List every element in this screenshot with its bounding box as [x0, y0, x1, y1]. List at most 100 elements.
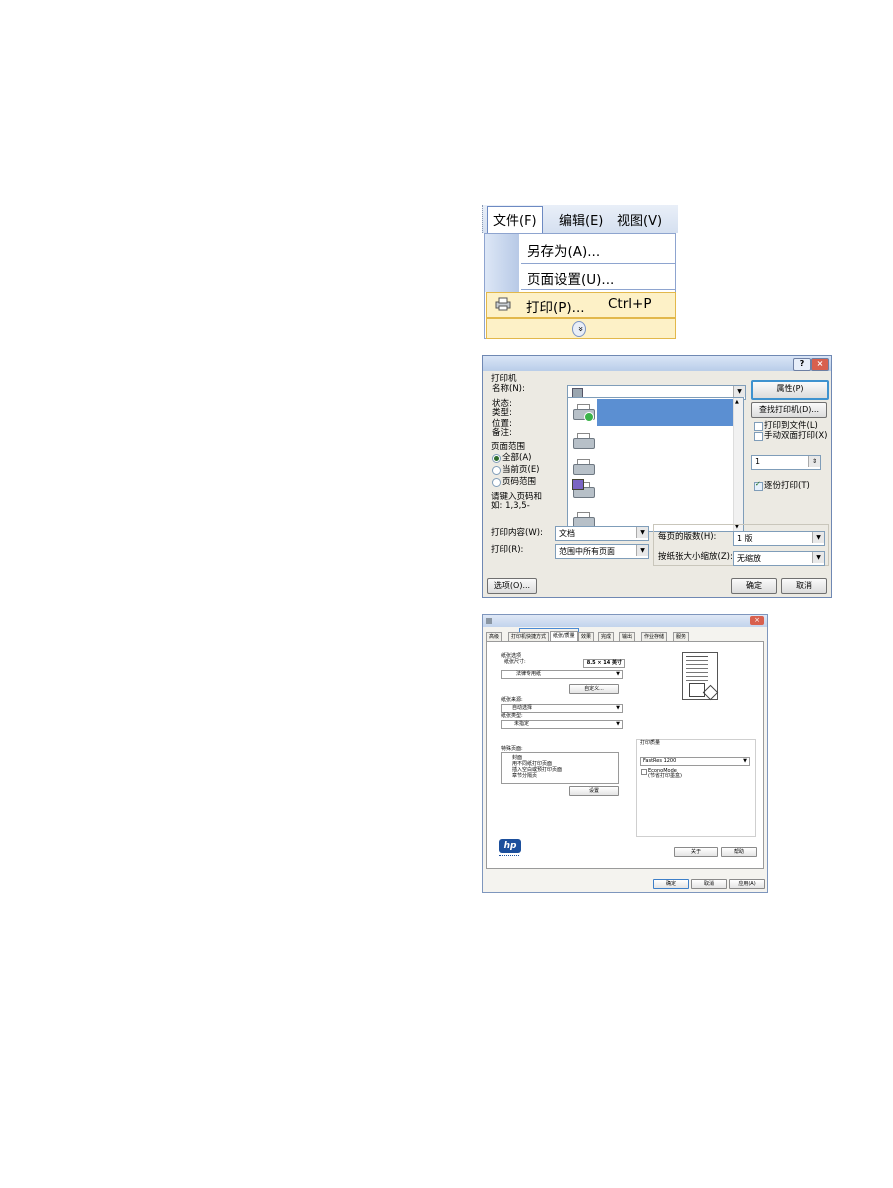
bar-chart-icon — [689, 683, 705, 697]
ok-button[interactable]: 确定 — [653, 879, 689, 889]
pages-per-sheet-label: 每页的版数(H): — [658, 532, 717, 542]
print-quality-label: 打印质量 — [639, 740, 662, 746]
economode-checkbox[interactable] — [641, 769, 647, 775]
apply-button[interactable]: 应用(A) — [729, 879, 765, 889]
cancel-button[interactable]: 取消 — [781, 578, 827, 594]
chevron-down-icon[interactable]: ▼ — [733, 386, 745, 397]
hp-logo-underline — [499, 855, 519, 857]
fax-printer-icon — [571, 479, 595, 499]
comment-label: 备注: — [492, 428, 512, 438]
app-icon — [486, 618, 492, 624]
print-dialog-titlebar: ? × — [483, 356, 831, 371]
paper-quality-panel: 纸张选项 纸张尺寸: 8.5 × 14 英寸 法律专用纸 ▼ 自定义... 纸张… — [486, 641, 764, 869]
file-menu: 文件(F) 编辑(E) 视图(V) 另存为(A)... 页面设置(U)... 打… — [482, 205, 678, 339]
printer-icon — [495, 297, 511, 311]
expand-chevron-icon[interactable]: » — [572, 321, 586, 337]
save-as-item[interactable]: 另存为(A)... — [527, 240, 600, 260]
print-content-value: 文档 — [559, 529, 575, 538]
close-icon[interactable]: × — [750, 616, 764, 625]
paper-size-value: 8.5 × 14 英寸 — [586, 660, 622, 666]
print-item[interactable]: 打印(P)... Ctrl+P — [486, 292, 676, 318]
custom-size-button[interactable]: 自定义... — [569, 684, 619, 694]
paper-name-select[interactable]: 法律专用纸 ▼ — [501, 670, 623, 679]
economode-sub-label: (节省打印墨盒) — [648, 773, 682, 779]
print-item-shortcut: Ctrl+P — [608, 296, 652, 312]
properties-titlebar: × — [483, 615, 767, 627]
chevron-down-icon[interactable]: ▼ — [812, 552, 824, 563]
close-icon[interactable]: × — [811, 358, 829, 371]
chevron-down-icon[interactable]: ▼ — [743, 758, 747, 765]
copies-spinner[interactable]: 1 ⇕ — [751, 455, 821, 470]
paper-type-select[interactable]: 未指定 ▼ — [501, 720, 623, 729]
chevron-down-icon[interactable]: ▼ — [636, 545, 648, 556]
help-button[interactable]: 帮助 — [721, 847, 757, 857]
print-what-label: 打印(R): — [491, 545, 524, 555]
file-dropdown: 另存为(A)... 页面设置(U)... 打印(P)... Ctrl+P » — [484, 233, 676, 339]
special-pages-list[interactable]: 封面 用不同纸打印页面 插入空白或预打印页面 章节分隔页 — [501, 752, 619, 784]
pages-per-sheet-value: 1 版 — [737, 534, 753, 543]
scale-label: 按纸张大小缩放(Z): — [658, 552, 733, 562]
print-quality-select[interactable]: FastRes 1200 ▼ — [640, 757, 750, 766]
about-button[interactable]: 关于 — [674, 847, 718, 857]
chevron-down-icon[interactable]: ▼ — [616, 721, 620, 728]
paper-size-select[interactable]: 8.5 × 14 英寸 — [583, 659, 625, 668]
menu-view[interactable]: 视图(V) — [617, 210, 662, 229]
range-all-radio[interactable] — [492, 454, 501, 463]
menu-edit[interactable]: 编辑(E) — [559, 210, 603, 229]
cancel-button[interactable]: 取消 — [691, 879, 727, 889]
chevron-down-icon[interactable]: ▼ — [616, 705, 620, 712]
pages-per-sheet-select[interactable]: 1 版 ▼ — [733, 531, 825, 546]
range-all-label: 全部(A) — [502, 453, 532, 463]
default-printer-icon — [571, 404, 595, 422]
expand-menu-bar[interactable]: » — [486, 318, 676, 339]
options-button[interactable]: 选项(O)... — [487, 578, 537, 594]
settings-button[interactable]: 设置 — [569, 786, 619, 796]
page-setup-item[interactable]: 页面设置(U)... — [527, 268, 614, 288]
menu-file[interactable]: 文件(F) — [487, 206, 543, 234]
print-what-select[interactable]: 范围中所有页面 ▼ — [555, 544, 649, 559]
menu-separator — [521, 289, 675, 290]
print-quality-group — [636, 739, 756, 837]
manual-duplex-checkbox[interactable] — [754, 432, 763, 441]
paper-source-select[interactable]: 自动选择 ▼ — [501, 704, 623, 713]
printer-group-label: 打印机 — [491, 374, 517, 384]
print-what-value: 范围中所有页面 — [559, 547, 615, 556]
help-icon[interactable]: ? — [793, 358, 811, 371]
paper-source-label: 纸张来源: — [501, 697, 523, 703]
ok-button[interactable]: 确定 — [731, 578, 777, 594]
list-item[interactable]: 章节分隔页 — [512, 773, 537, 779]
paper-type-value: 未指定 — [514, 721, 530, 727]
collate-label: 逐份打印(T) — [764, 481, 810, 491]
scale-select[interactable]: 无缩放 ▼ — [733, 551, 825, 566]
list-scrollbar[interactable]: ▲ ▼ — [733, 398, 743, 531]
printer-dropdown-list[interactable]: ▲ ▼ — [567, 397, 744, 532]
range-pages-label: 页码范围 — [502, 477, 537, 487]
range-current-radio[interactable] — [492, 466, 501, 475]
pencil-icon — [702, 684, 719, 701]
scale-value: 无缩放 — [737, 554, 761, 563]
selected-printer-row[interactable] — [597, 399, 734, 426]
paper-source-value: 自动选择 — [512, 705, 533, 711]
print-content-select[interactable]: 文档 ▼ — [555, 526, 649, 541]
dropdown-icon-strip — [485, 234, 519, 292]
find-printer-button[interactable]: 查找打印机(D)... — [751, 402, 827, 418]
spin-arrows-icon[interactable]: ⇕ — [808, 456, 820, 467]
copies-value: 1 — [755, 457, 761, 466]
menu-bar: 文件(F) 编辑(E) 视图(V) — [482, 205, 678, 234]
type-label: 类型: — [492, 408, 512, 418]
print-to-file-checkbox[interactable] — [754, 422, 763, 431]
print-item-label: 打印(P)... — [526, 300, 585, 316]
chevron-down-icon[interactable]: ▼ — [616, 671, 620, 678]
paper-size-label: 纸张尺寸: — [504, 659, 526, 665]
properties-button[interactable]: 属性(P) — [751, 380, 829, 400]
print-content-label: 打印内容(W): — [491, 528, 543, 538]
page-preview — [682, 652, 719, 701]
paper-type-label: 纸张类型: — [501, 713, 523, 719]
range-hint-example: 如: 1,3,5- — [491, 501, 530, 511]
menu-separator — [521, 263, 675, 264]
scroll-up-icon[interactable]: ▲ — [735, 399, 739, 405]
range-pages-radio[interactable] — [492, 478, 501, 487]
chevron-down-icon[interactable]: ▼ — [636, 527, 648, 538]
collate-checkbox[interactable]: ✓ — [754, 480, 763, 491]
chevron-down-icon[interactable]: ▼ — [812, 532, 824, 543]
